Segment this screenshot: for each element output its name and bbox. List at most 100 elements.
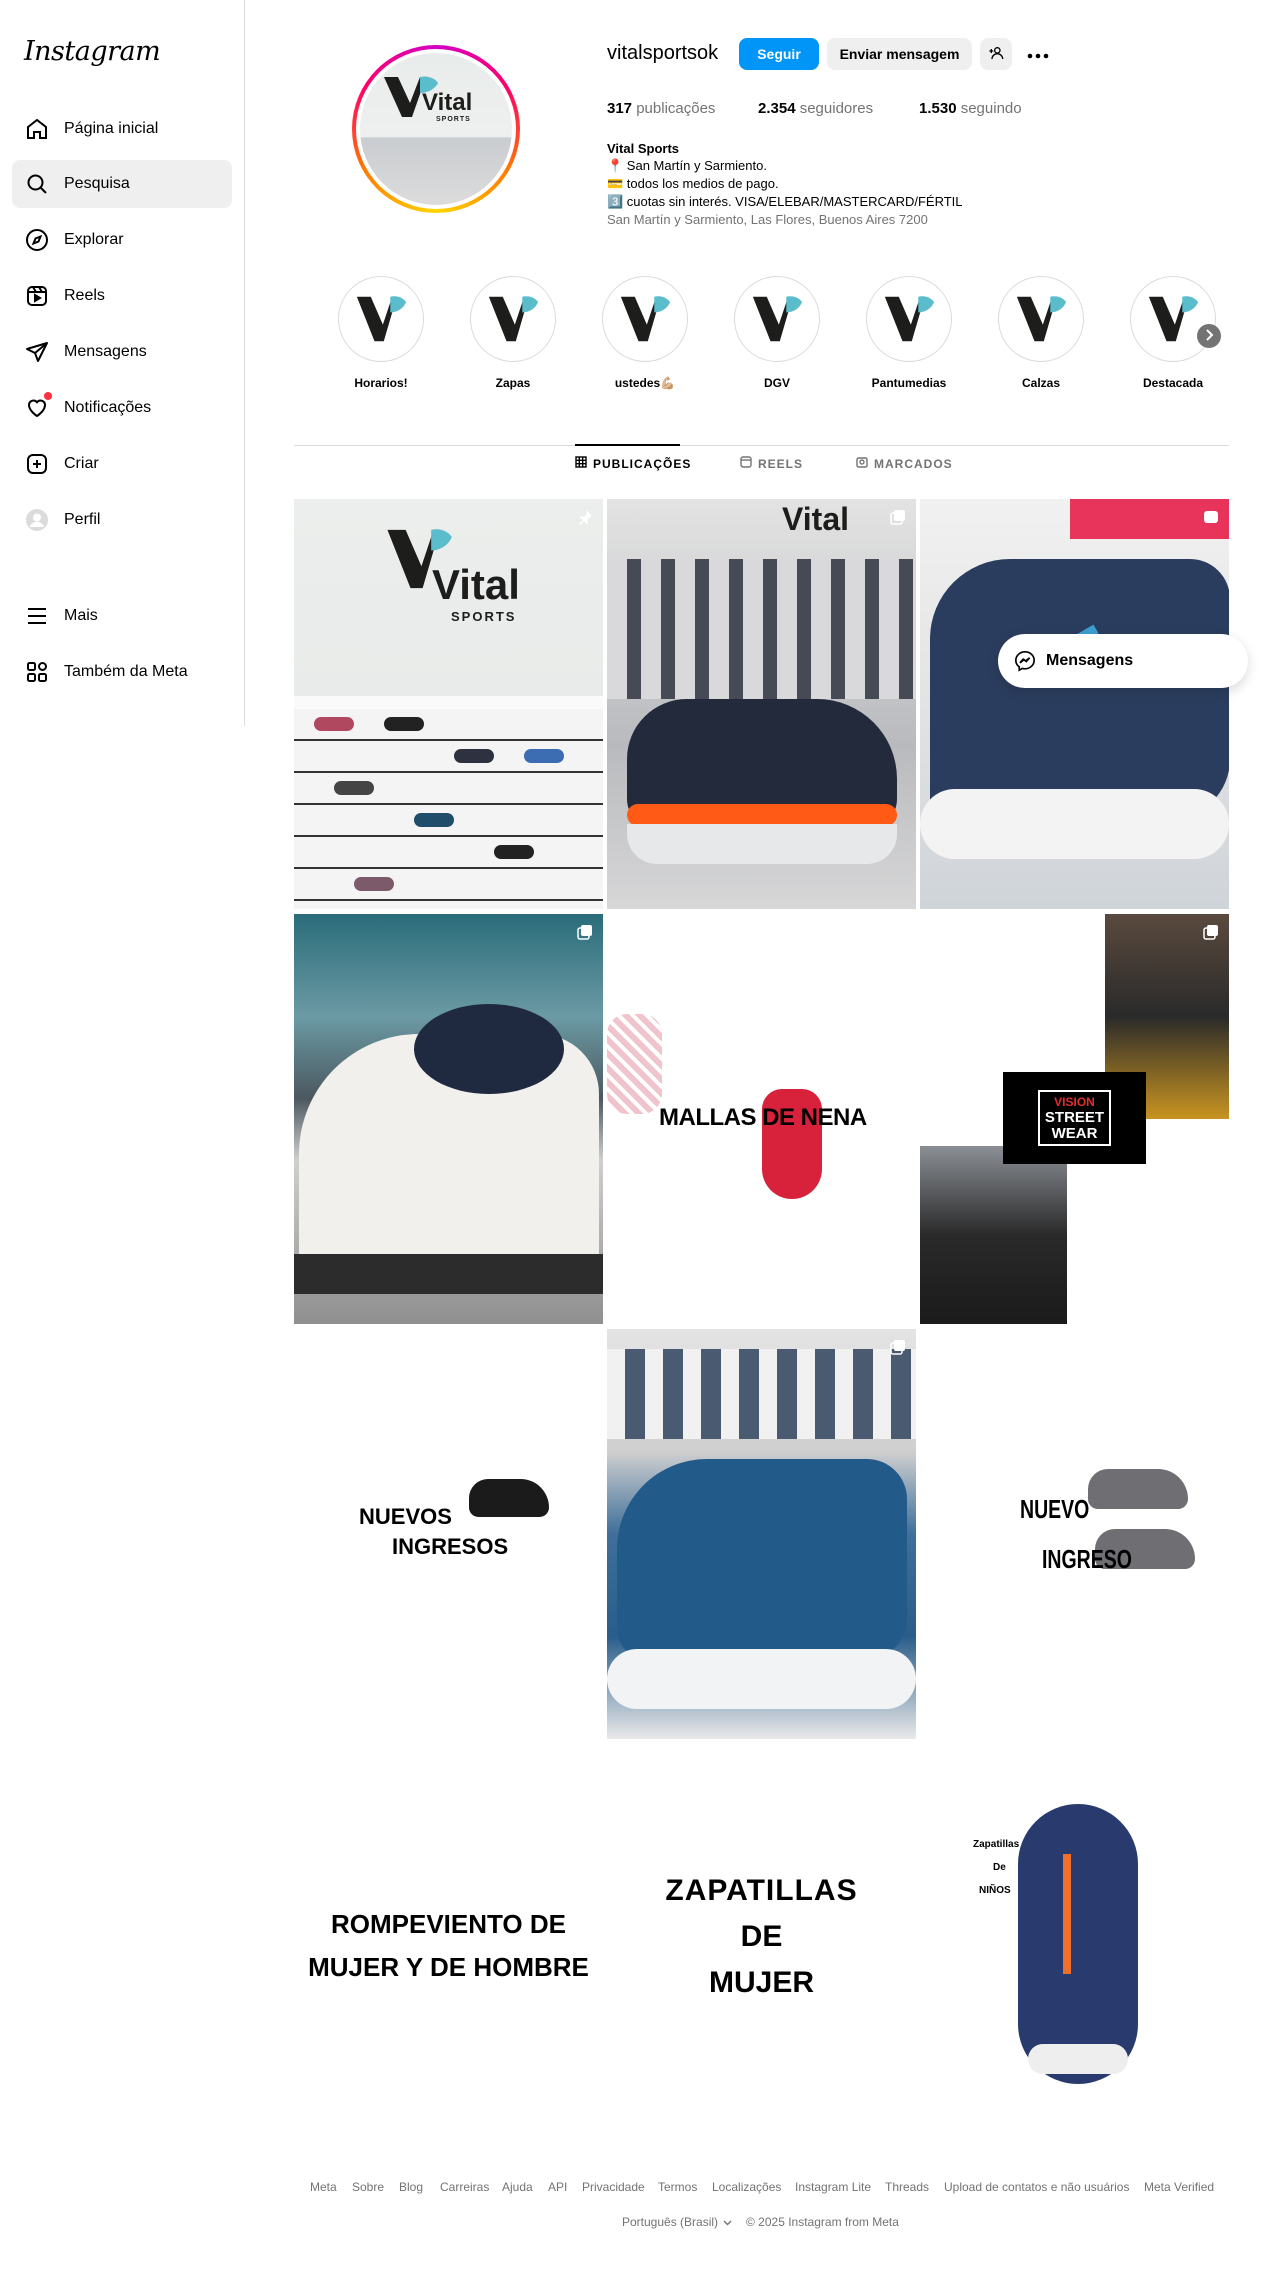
sneaker-image	[1088, 1469, 1188, 1509]
post-tile[interactable]: ZAPATILLAS DE MUJER	[607, 1744, 916, 2154]
follow-button[interactable]: Seguir	[739, 38, 819, 70]
sidebar-item-profile[interactable]: Perfil	[12, 496, 232, 544]
sidebar-item-label: Criar	[64, 455, 99, 472]
sidebar-item-search[interactable]: Pesquisa	[12, 160, 232, 208]
post-tile[interactable]: NUEVOS INGRESOS	[294, 1329, 603, 1739]
footer-link[interactable]: Meta	[310, 2180, 337, 2194]
sidebar-item-label: Mensagens	[64, 343, 147, 360]
profile-avatar[interactable]: Vital SPORTS	[352, 45, 520, 213]
highlight-cover	[734, 276, 820, 362]
sidebar-item-reels[interactable]: Reels	[12, 272, 232, 320]
highlight-item[interactable]: DGV	[732, 276, 822, 390]
highlight-item[interactable]: ustedes💪🏼	[600, 276, 690, 390]
post-tile[interactable]: VISION STREET WEAR	[920, 914, 1229, 1324]
more-options-button[interactable]	[1022, 38, 1054, 70]
highlight-item[interactable]: Pantumedias	[864, 276, 954, 390]
footer-link[interactable]: Blog	[399, 2180, 423, 2194]
highlights-next-button[interactable]	[1197, 324, 1221, 348]
highlight-label: ustedes💪🏼	[614, 376, 676, 390]
messenger-icon	[1014, 650, 1036, 672]
notification-dot	[44, 392, 52, 400]
send-message-button[interactable]: Enviar mensagem	[827, 38, 972, 70]
chevron-down-icon	[723, 2215, 732, 2229]
post-tile[interactable]: Zapatillas De NIÑOS	[920, 1744, 1229, 2154]
highlight-item[interactable]: Calzas	[996, 276, 1086, 390]
vital-logo-icon	[752, 296, 803, 342]
footer-link[interactable]: API	[548, 2180, 567, 2194]
post-caption-text: De	[993, 1862, 1006, 1873]
highlight-label: Zapas	[495, 376, 531, 390]
post-tile[interactable]: MALLAS DE NENA	[607, 914, 916, 1324]
tagged-icon	[856, 456, 868, 471]
footer-link[interactable]: Privacidade	[582, 2180, 645, 2194]
hamburger-icon	[24, 603, 50, 629]
shoe-wall-image	[607, 1349, 916, 1439]
post-caption-text: NUEVOS	[359, 1504, 452, 1529]
post-tile[interactable]	[920, 499, 1229, 909]
carousel-icon	[577, 924, 593, 940]
floating-messages-button[interactable]: Mensagens	[998, 634, 1248, 688]
sidebar-item-notifications[interactable]: Notificações	[12, 384, 232, 432]
post-tile[interactable]: ROMPEVIENTO DE MUJER Y DE HOMBRE	[294, 1744, 603, 2154]
footer-link[interactable]: Instagram Lite	[795, 2180, 871, 2194]
post-tile[interactable]	[294, 914, 603, 1324]
shoe-image	[617, 1459, 907, 1659]
post-tile[interactable]: Vital SPORTS	[294, 499, 603, 909]
sidebar-item-create[interactable]: Criar	[12, 440, 232, 488]
footer-link[interactable]: Threads	[885, 2180, 929, 2194]
post-tile[interactable]: NUEVO INGRESO	[920, 1329, 1229, 1739]
sneaker-image	[469, 1479, 549, 1517]
highlight-label: Horarios!	[354, 376, 408, 390]
vital-logo-icon	[620, 296, 671, 342]
sidebar-item-explore[interactable]: Explorar	[12, 216, 232, 264]
compass-icon	[24, 227, 50, 253]
copyright-text: © 2025 Instagram from Meta	[746, 2215, 899, 2229]
shoe-wall-image	[294, 709, 603, 909]
following-stat[interactable]: 1.530 seguindo	[919, 100, 1022, 117]
plus-square-icon	[24, 451, 50, 477]
footer-link[interactable]: Termos	[658, 2180, 697, 2194]
post-caption-text: INGRESOS	[392, 1534, 509, 1559]
sidebar-item-also-from-meta[interactable]: Também da Meta	[12, 648, 232, 696]
highlight-label: DGV	[763, 376, 790, 390]
footer-link[interactable]: Upload de contatos e não usuários	[944, 2180, 1129, 2194]
post-tile[interactable]: Vital	[607, 499, 916, 909]
vital-logo-icon	[1016, 296, 1067, 342]
post-brand-text: Vital	[782, 501, 849, 537]
language-selector[interactable]: Português (Brasil)	[622, 2215, 732, 2229]
posts-count-stat[interactable]: 317 publicações	[607, 100, 715, 117]
vital-logo-icon	[884, 296, 935, 342]
footer-link[interactable]: Meta Verified	[1144, 2180, 1214, 2194]
suggest-similar-button[interactable]	[980, 38, 1012, 70]
post-caption-text: Zapatillas	[973, 1839, 1020, 1850]
post-tile[interactable]	[607, 1329, 916, 1739]
paper-plane-icon	[24, 339, 50, 365]
highlight-item[interactable]: Horarios!	[336, 276, 426, 390]
sidebar-item-messages[interactable]: Mensagens	[12, 328, 232, 376]
reels-icon	[740, 456, 752, 471]
tab-tagged[interactable]: MARCADOS	[856, 456, 953, 471]
tab-reels[interactable]: REELS	[740, 456, 803, 471]
add-person-icon	[988, 45, 1004, 64]
highlight-label: Destacada	[1142, 376, 1204, 390]
post-caption-text: ROMPEVIENTO DE	[330, 1909, 566, 1939]
shoe-image	[930, 559, 1229, 819]
instagram-logo[interactable]: Instagram	[24, 36, 161, 67]
tab-posts[interactable]: PUBLICAÇÕES	[575, 456, 691, 471]
followers-stat[interactable]: 2.354 seguidores	[758, 100, 873, 117]
highlight-item[interactable]: Zapas	[468, 276, 558, 390]
footer-link[interactable]: Carreiras	[440, 2180, 489, 2194]
footer-link[interactable]: Ajuda	[502, 2180, 533, 2194]
sidebar-item-more[interactable]: Mais	[12, 592, 232, 640]
footer-link[interactable]: Localizações	[712, 2180, 781, 2194]
post-brand-sub: SPORTS	[451, 609, 517, 624]
post-brand-text: Vital	[432, 561, 520, 608]
avatar-brand-text: Vital	[422, 89, 473, 116]
footer-link[interactable]: Sobre	[352, 2180, 384, 2194]
carousel-icon	[1203, 924, 1219, 940]
bio-location[interactable]: San Martín y Sarmiento, Las Flores, Buen…	[607, 211, 928, 229]
home-icon	[24, 116, 50, 142]
sidebar-item-home[interactable]: Página inicial	[12, 105, 232, 153]
pinned-icon	[577, 509, 593, 525]
avatar-brand-sub: SPORTS	[436, 116, 471, 123]
